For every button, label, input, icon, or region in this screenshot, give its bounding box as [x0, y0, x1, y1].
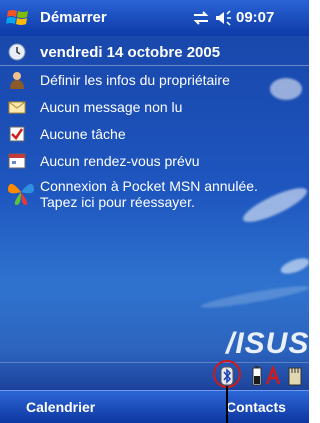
battery-icon[interactable]: [250, 366, 264, 386]
clock-icon: [8, 43, 26, 61]
font-icon[interactable]: [266, 366, 280, 386]
windows-flag-icon[interactable]: [6, 6, 30, 30]
today-screen: Démarrer 09:07 vendredi 14 octobre 2005 …: [0, 0, 309, 397]
tasks-label: Aucune tâche: [40, 126, 126, 142]
appointments-label: Aucun rendez-vous prévu: [40, 153, 200, 169]
speaker-icon[interactable]: [214, 10, 232, 26]
owner-info-item[interactable]: Définir les infos du propriétaire: [0, 66, 309, 94]
water-splash-decoration: [278, 255, 309, 277]
softkey-bar: Calendrier Contacts: [0, 390, 309, 423]
water-splash-decoration: [199, 282, 309, 312]
tasks-item[interactable]: Aucune tâche: [0, 120, 309, 148]
msn-status-line1: Connexion à Pocket MSN annulée.: [40, 178, 258, 194]
memory-card-icon[interactable]: [288, 366, 302, 386]
task-checkbox-icon: [9, 126, 25, 142]
msn-status-item[interactable]: Connexion à Pocket MSN annulée. Tapez ic…: [0, 174, 309, 214]
contacts-softkey[interactable]: Contacts: [226, 399, 286, 415]
title-bar: Démarrer 09:07: [0, 0, 309, 36]
person-icon: [10, 72, 24, 89]
msn-status-line2: Tapez ici pour réessayer.: [40, 194, 195, 210]
msn-butterfly-icon: [7, 183, 35, 206]
date-label: vendredi 14 octobre 2005: [40, 43, 221, 61]
connectivity-icon[interactable]: [192, 10, 210, 26]
calendar-softkey[interactable]: Calendrier: [26, 399, 95, 415]
start-menu-title[interactable]: Démarrer: [40, 9, 107, 26]
callout-pointer-line: [226, 386, 228, 423]
owner-info-label: Définir les infos du propriétaire: [40, 72, 230, 88]
envelope-icon: [8, 101, 26, 114]
highlight-circle: [213, 360, 241, 388]
clock[interactable]: 09:07: [236, 9, 274, 26]
messages-label: Aucun message non lu: [40, 99, 183, 115]
calendar-icon: [8, 153, 26, 169]
appointments-item[interactable]: Aucun rendez-vous prévu: [0, 147, 309, 175]
divider: [0, 390, 309, 391]
messages-item[interactable]: Aucun message non lu: [0, 93, 309, 121]
divider: [0, 362, 309, 363]
asus-logo: /ISUS: [226, 327, 309, 360]
date-item[interactable]: vendredi 14 octobre 2005: [0, 38, 309, 66]
